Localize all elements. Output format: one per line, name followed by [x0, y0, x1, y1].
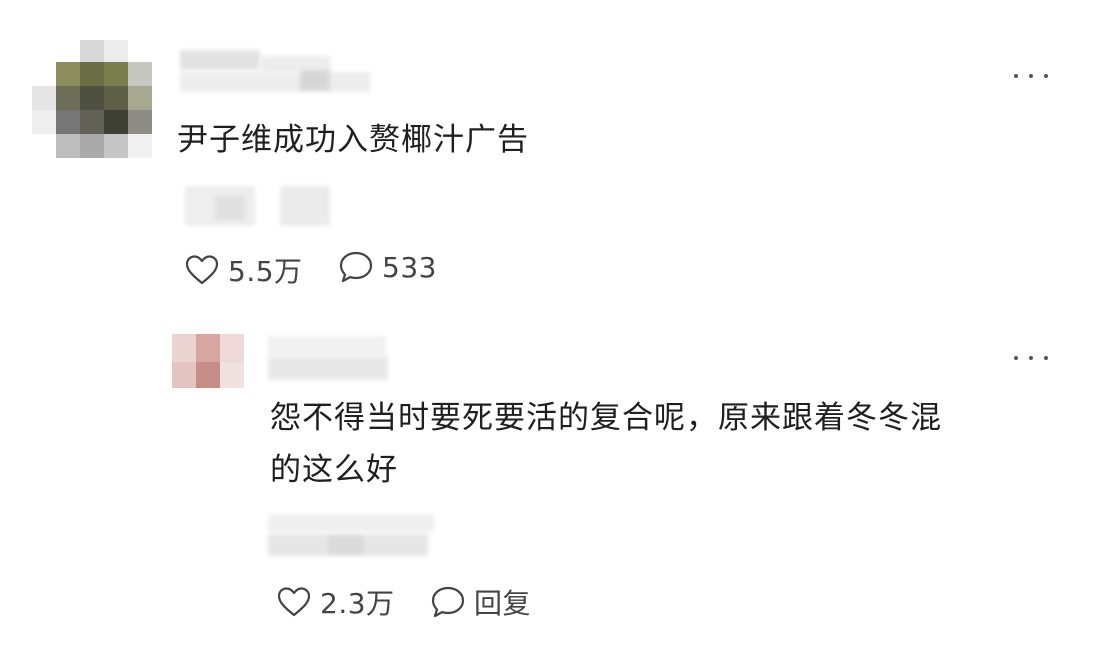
like-count: 2.3万	[320, 587, 395, 620]
ellipsis-icon[interactable]	[1014, 66, 1048, 86]
username-redacted[interactable]	[180, 48, 370, 98]
reply-count: 533	[382, 250, 437, 284]
reply-count-button[interactable]: 533	[338, 250, 437, 284]
avatar[interactable]	[32, 40, 152, 160]
reply-button[interactable]: 回复	[430, 582, 531, 622]
comment-text: 尹子维成功入赘椰汁广告	[177, 122, 529, 158]
speech-bubble-icon	[338, 250, 374, 284]
speech-bubble-icon	[430, 585, 466, 619]
like-button[interactable]: 5.5万	[184, 250, 303, 290]
heart-outline-icon	[276, 586, 312, 618]
avatar[interactable]	[172, 334, 246, 390]
like-button[interactable]: 2.3万	[276, 582, 395, 622]
redacted-content	[268, 510, 434, 560]
heart-outline-icon	[184, 254, 220, 286]
ellipsis-icon[interactable]	[1014, 348, 1048, 368]
reply-text-line2: 的这么好	[270, 452, 398, 488]
reply-item: 怨不得当时要死要活的复合呢，原来跟着冬冬混 的这么好 2.3万 回复	[0, 300, 1118, 660]
reply-label: 回复	[474, 587, 532, 620]
reply-text-line1: 怨不得当时要死要活的复合呢，原来跟着冬冬混	[270, 400, 942, 436]
like-count: 5.5万	[228, 255, 303, 288]
redacted-content	[185, 182, 335, 232]
username-redacted[interactable]	[268, 334, 388, 384]
comment-item: 尹子维成功入赘椰汁广告 5.5万 533	[0, 0, 1118, 300]
